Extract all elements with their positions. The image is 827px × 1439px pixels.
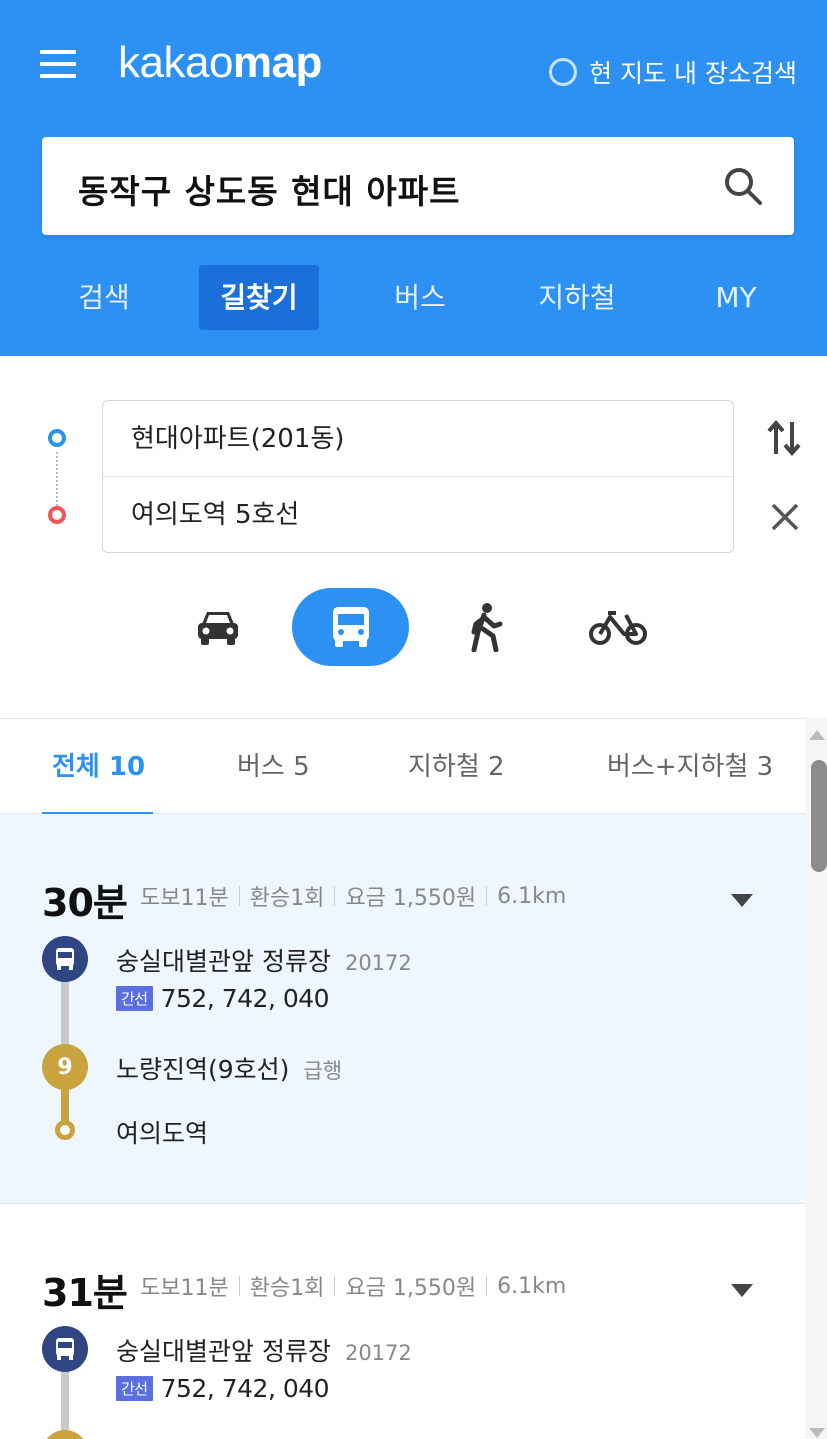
route-summary: 도보11분 환승1회 요금 1,550원 6.1km — [140, 1270, 566, 1302]
car-icon — [198, 612, 238, 645]
search-query: 동작구 상도동 현대 아파트 — [78, 172, 461, 211]
tab-subway[interactable]: 지하철 2 — [408, 719, 505, 815]
bus-lines: 간선 752, 742, 040 — [116, 1374, 330, 1403]
bus-stop-id: 20172 — [344, 951, 412, 975]
search-input[interactable]: 동작구 상도동 현대 아파트 — [42, 137, 794, 235]
tab-all[interactable]: 전체 10 — [52, 719, 145, 815]
subway-line-number: 9 — [57, 1054, 73, 1080]
subway-train-type: 급행 — [303, 1059, 343, 1083]
route-inputs: 현대아파트(201동) 여의도역 5호선 — [102, 400, 734, 553]
bicycle-icon — [589, 611, 647, 645]
nav-subway[interactable]: 지하철 — [522, 265, 632, 330]
logo-text-kakao: kakao — [118, 38, 233, 87]
menu-icon[interactable] — [40, 48, 78, 80]
destination-dot-icon — [55, 1120, 75, 1140]
nav-my[interactable]: MY — [700, 265, 772, 330]
route-duration: 31분 — [42, 1271, 128, 1315]
bus-type-badge: 간선 — [116, 1376, 153, 1401]
kakaomap-logo[interactable]: kakaomap — [118, 38, 322, 88]
subway-station-name: 노량진역(9호선) — [116, 1055, 290, 1084]
destination-marker-icon — [48, 506, 66, 524]
walk-icon — [471, 603, 503, 652]
step-bus-stop: 숭실대별관앞 정류장 20172 — [116, 942, 412, 978]
route-result[interactable]: 31분 도보11분 환승1회 요금 1,550원 6.1km 숭실대별관앞 정류… — [0, 1204, 805, 1439]
transport-modes — [0, 588, 827, 668]
search-icon[interactable] — [722, 165, 764, 207]
route-summary: 도보11분 환승1회 요금 1,550원 6.1km — [140, 880, 566, 912]
tab-bus-subway[interactable]: 버스+지하철 3 — [607, 719, 773, 815]
transfer-count: 환승1회 — [249, 886, 325, 911]
app-header: kakaomap 현 지도 내 장소검색 동작구 상도동 현대 아파트 검색 길… — [0, 0, 827, 356]
origin-input[interactable]: 현대아파트(201동) — [103, 401, 733, 477]
route-dotted-line — [56, 452, 58, 510]
distance: 6.1km — [497, 1273, 567, 1299]
fare: 요금 1,550원 — [345, 1276, 477, 1301]
mode-bicycle[interactable] — [580, 588, 656, 666]
scrollbar-thumb[interactable] — [811, 760, 827, 872]
nav-bus[interactable]: 버스 — [376, 265, 464, 330]
destination-input[interactable]: 여의도역 5호선 — [103, 477, 733, 553]
mode-walk[interactable] — [455, 588, 517, 666]
bus-type-badge: 간선 — [116, 986, 153, 1011]
step-destination: 여의도역 — [116, 1119, 209, 1148]
walk-time: 도보11분 — [140, 1276, 229, 1301]
bus-stop-name: 숭실대별관앞 정류장 — [116, 1337, 331, 1366]
bus-icon — [42, 1326, 88, 1372]
result-filter-tabs: 전체 10 버스 5 지하철 2 버스+지하철 3 — [0, 718, 805, 815]
route-duration: 30분 — [42, 881, 128, 925]
bus-stop-name: 숭실대별관앞 정류장 — [116, 947, 331, 976]
bus-icon — [332, 607, 369, 647]
nearby-search-toggle[interactable]: 현 지도 내 장소검색 — [549, 54, 797, 90]
mode-transit[interactable] — [292, 588, 409, 666]
nav-directions[interactable]: 길찾기 — [199, 265, 319, 330]
mode-car[interactable] — [180, 588, 256, 666]
subway-line-9-icon — [42, 1430, 88, 1439]
scroll-down-arrow-icon[interactable] — [809, 1428, 825, 1438]
route-connector — [61, 1364, 69, 1439]
swap-icon[interactable] — [766, 416, 802, 460]
origin-marker-icon — [48, 429, 66, 447]
chevron-down-icon[interactable] — [730, 892, 754, 908]
route-connector — [61, 974, 69, 1052]
walk-time: 도보11분 — [140, 886, 229, 911]
step-subway-station: 노량진역(9호선) 급행 — [116, 1050, 342, 1086]
chevron-down-icon[interactable] — [730, 1282, 754, 1298]
distance: 6.1km — [497, 883, 567, 909]
bus-icon — [42, 936, 88, 982]
close-icon[interactable] — [768, 500, 802, 534]
logo-text-map: map — [232, 38, 322, 87]
tab-bus[interactable]: 버스 5 — [237, 719, 310, 815]
bus-lines: 간선 752, 742, 040 — [116, 984, 330, 1013]
transfer-count: 환승1회 — [249, 1276, 325, 1301]
scroll-up-arrow-icon[interactable] — [809, 730, 825, 740]
route-form: 현대아파트(201동) 여의도역 5호선 — [0, 356, 827, 718]
route-result[interactable]: 30분 도보11분 환승1회 요금 1,550원 6.1km 숭실대별관앞 정류… — [0, 814, 805, 1204]
radio-icon[interactable] — [549, 58, 578, 86]
nav-search[interactable]: 검색 — [62, 265, 146, 330]
bus-numbers: 752, 742, 040 — [160, 984, 330, 1013]
main-nav: 검색 길찾기 버스 지하철 MY — [0, 265, 827, 330]
fare: 요금 1,550원 — [345, 886, 477, 911]
subway-line-9-icon: 9 — [42, 1044, 88, 1090]
bus-stop-id: 20172 — [344, 1341, 412, 1365]
step-bus-stop: 숭실대별관앞 정류장 20172 — [116, 1332, 412, 1368]
nearby-search-label: 현 지도 내 장소검색 — [589, 59, 797, 88]
bus-numbers: 752, 742, 040 — [160, 1374, 330, 1403]
